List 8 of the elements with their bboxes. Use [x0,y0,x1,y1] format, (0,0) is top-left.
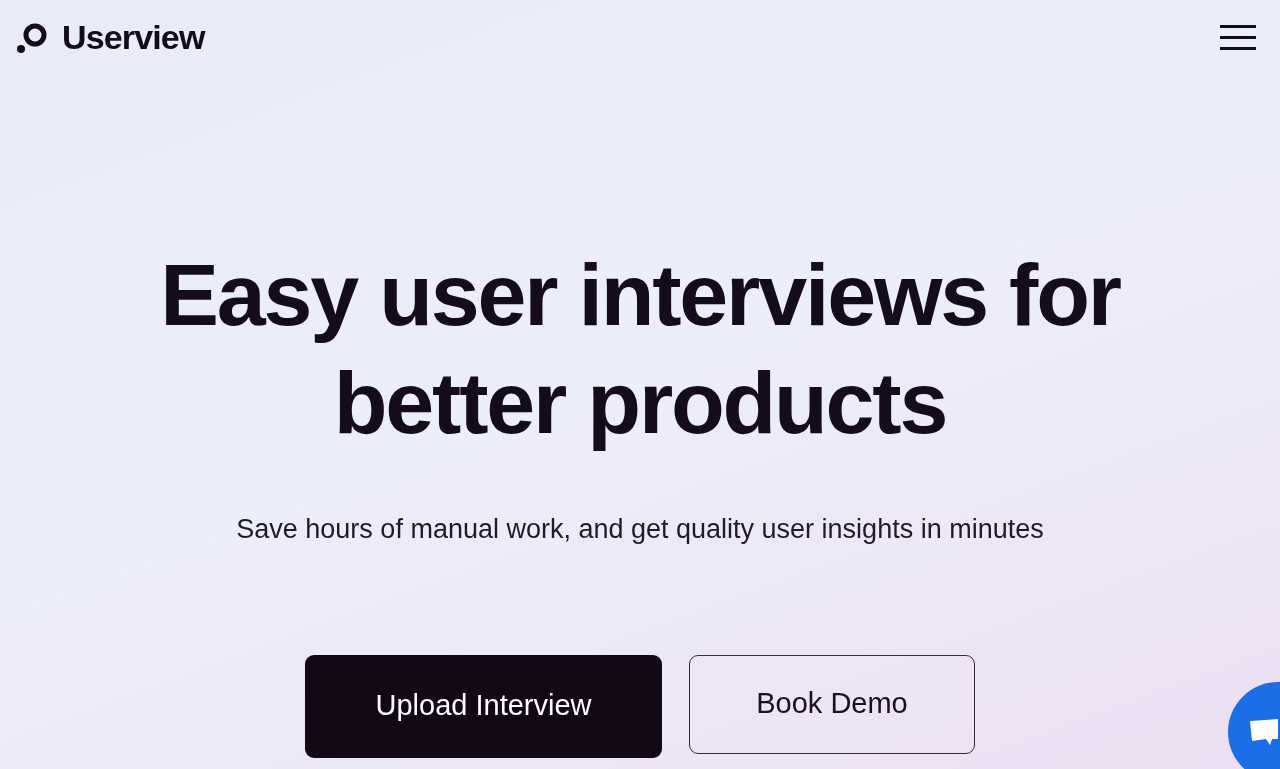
demo-button[interactable]: Book Demo [689,654,975,754]
logo-icon [16,21,48,54]
chat-bubble-icon [1248,717,1278,747]
hero-subtitle: Save hours of manual work, and get quality user insights in minutes [236,513,1044,546]
hero-title: Easy user interviews for better products [159,244,1122,454]
upload-button[interactable]: Upload Interview [305,654,662,758]
logo-text: Userview [62,17,205,58]
menu-button[interactable] [1218,23,1258,52]
